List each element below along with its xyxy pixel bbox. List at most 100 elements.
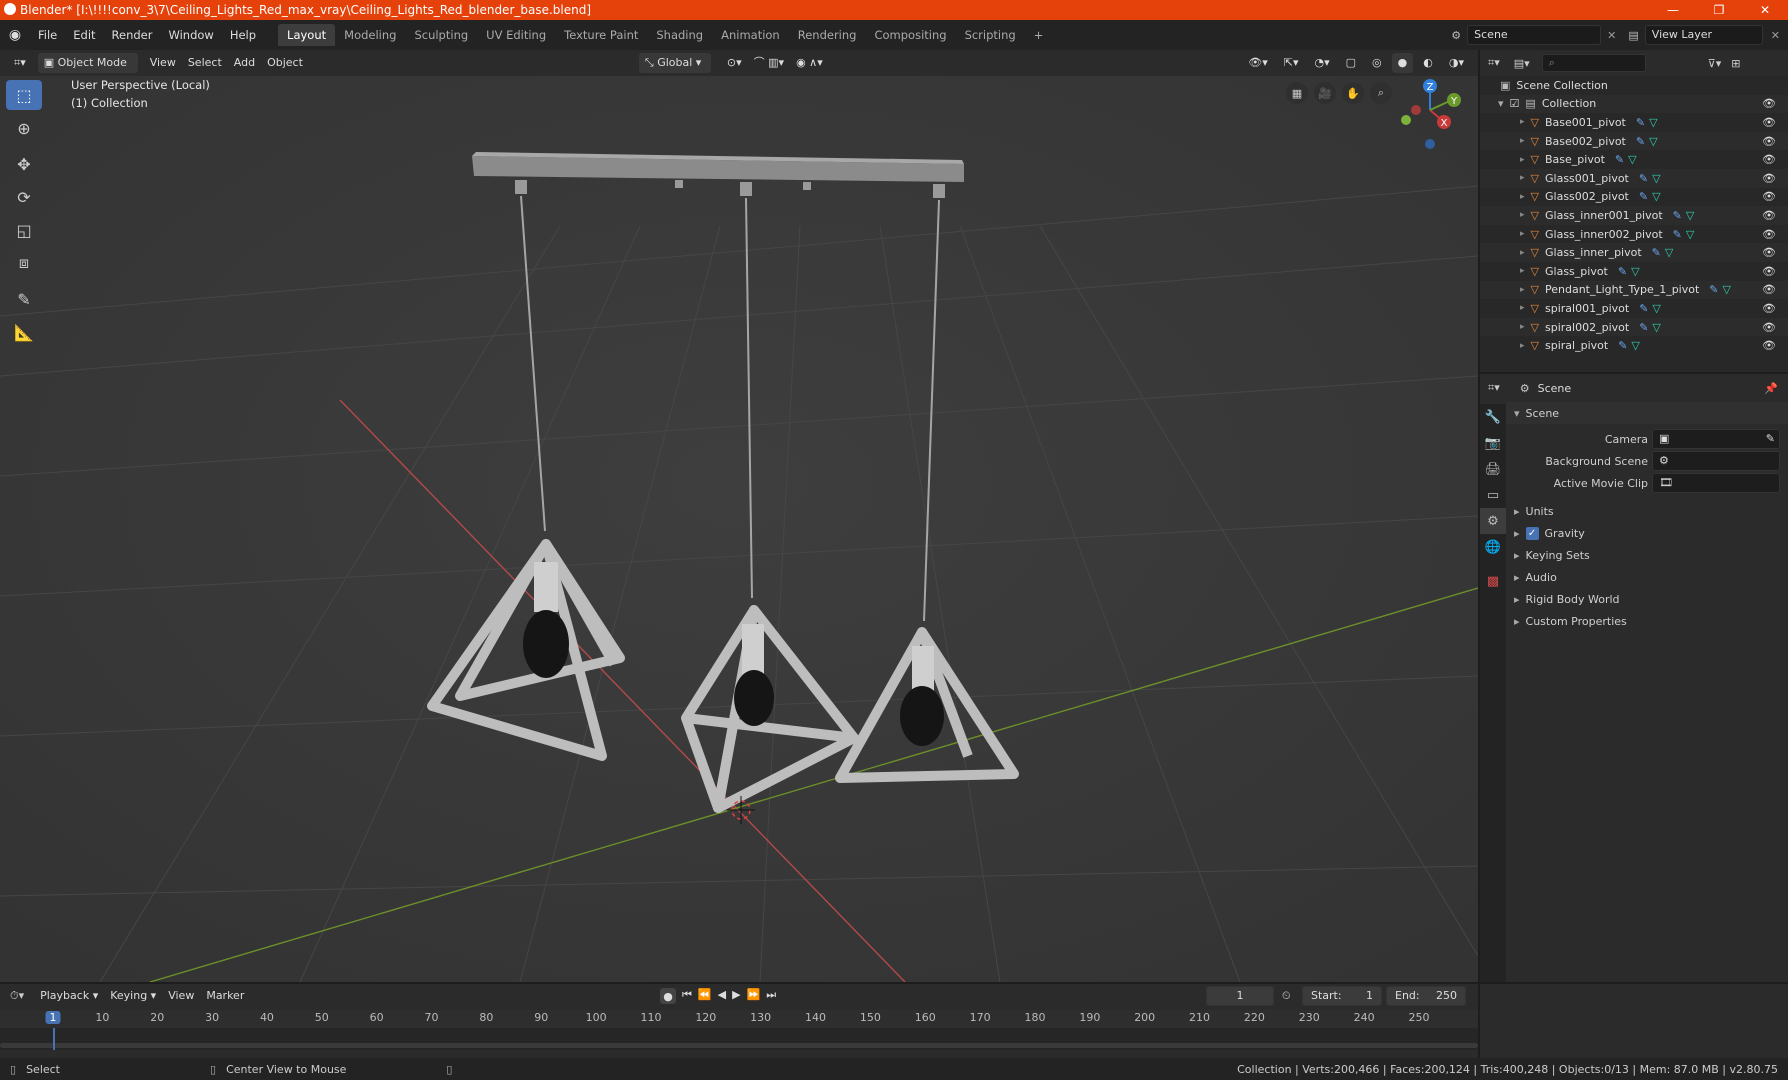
render-tab-icon[interactable]: 📷 bbox=[1480, 430, 1506, 456]
tab-shading[interactable]: Shading bbox=[647, 24, 712, 46]
tab-layout[interactable]: Layout bbox=[278, 24, 336, 46]
axis-gizmo[interactable]: Z X Y bbox=[1386, 76, 1476, 156]
menu-object[interactable]: Object bbox=[261, 53, 309, 73]
mesh-data-icon[interactable]: ▽ bbox=[1652, 321, 1660, 334]
jump-start-icon[interactable]: ⏮ bbox=[682, 988, 692, 1004]
collapse-icon[interactable]: ▾ bbox=[1498, 97, 1504, 110]
gizmo-toggle-icon[interactable]: ⇱▾ bbox=[1278, 53, 1305, 73]
playback-menu[interactable]: Playback ▾ bbox=[34, 986, 104, 1006]
movie-clip-field[interactable]: 🎞 bbox=[1652, 473, 1780, 493]
modifier-wrench-icon[interactable]: ✎ bbox=[1652, 246, 1661, 259]
mesh-data-icon[interactable]: ▽ bbox=[1628, 153, 1636, 166]
rotate-tool[interactable]: ⟳ bbox=[6, 182, 42, 212]
modifier-wrench-icon[interactable]: ✎ bbox=[1636, 116, 1645, 129]
play-reverse-icon[interactable]: ◀ bbox=[718, 988, 726, 1004]
record-icon[interactable]: ● bbox=[660, 988, 676, 1004]
tab-animation[interactable]: Animation bbox=[712, 24, 789, 46]
outliner-item[interactable]: ▸ ▽ Base002_pivot ✎ ▽ 👁 bbox=[1480, 131, 1788, 151]
eye-icon[interactable]: 👁 bbox=[1762, 321, 1776, 334]
tab-scripting[interactable]: Scripting bbox=[956, 24, 1025, 46]
modifier-wrench-icon[interactable]: ✎ bbox=[1639, 172, 1648, 185]
mesh-data-icon[interactable]: ▽ bbox=[1649, 135, 1657, 148]
menu-edit[interactable]: Edit bbox=[65, 28, 103, 42]
modifier-wrench-icon[interactable]: ✎ bbox=[1618, 339, 1627, 352]
blender-menu-icon[interactable]: ◉ bbox=[0, 27, 30, 43]
menu-render[interactable]: Render bbox=[104, 28, 161, 42]
gravity-panel[interactable]: ▸ ✓ Gravity bbox=[1506, 522, 1788, 544]
jump-end-icon[interactable]: ⏭ bbox=[766, 988, 776, 1004]
timeline-scrollbar[interactable] bbox=[0, 1043, 1478, 1048]
mesh-data-icon[interactable]: ▽ bbox=[1686, 228, 1694, 241]
transform-tool[interactable]: ⧈ bbox=[6, 248, 42, 278]
properties-editor-icon[interactable]: ⌗▾ bbox=[1488, 381, 1500, 395]
modifier-wrench-icon[interactable]: ✎ bbox=[1639, 302, 1648, 315]
tab-uv-editing[interactable]: UV Editing bbox=[477, 24, 555, 46]
tab-texture-paint[interactable]: Texture Paint bbox=[555, 24, 647, 46]
scene-selector[interactable]: Scene bbox=[1467, 25, 1602, 45]
select-box-tool[interactable]: ⬚ bbox=[6, 80, 42, 110]
add-workspace-icon[interactable]: + bbox=[1025, 24, 1053, 46]
rigid-body-world-panel[interactable]: ▸ Rigid Body World bbox=[1506, 588, 1788, 610]
tab-sculpting[interactable]: Sculpting bbox=[405, 24, 477, 46]
outliner-editor-icon[interactable]: ⌗▾ bbox=[1488, 56, 1500, 70]
outliner-item[interactable]: ▸ ▽ spiral002_pivot ✎ ▽ 👁 bbox=[1480, 317, 1788, 337]
filter-icon[interactable]: ⊽▾ bbox=[1708, 57, 1722, 70]
gravity-checkbox[interactable]: ✓ bbox=[1525, 526, 1539, 540]
proportional-edit-icon[interactable]: ◉ ∧▾ bbox=[790, 53, 829, 73]
prev-keyframe-icon[interactable]: ⏪ bbox=[698, 988, 712, 1004]
mesh-data-icon[interactable]: ▽ bbox=[1652, 190, 1660, 203]
expand-icon[interactable]: ▸ bbox=[1520, 285, 1525, 295]
menu-help[interactable]: Help bbox=[222, 28, 264, 42]
texture-tab-icon[interactable]: ▩ bbox=[1480, 568, 1506, 594]
timeline-editor-icon[interactable]: ⏱▾ bbox=[10, 989, 24, 1003]
output-tab-icon[interactable]: 🖨 bbox=[1480, 456, 1506, 482]
expand-icon[interactable]: ▸ bbox=[1520, 248, 1525, 258]
outliner-item[interactable]: ▸ ▽ spiral_pivot ✎ ▽ 👁 bbox=[1480, 336, 1788, 355]
outliner-item[interactable]: ▸ ▽ Glass002_pivot ✎ ▽ 👁 bbox=[1480, 188, 1788, 207]
new-collection-icon[interactable]: ⊞ bbox=[1731, 57, 1740, 70]
eye-icon[interactable]: 👁 bbox=[1762, 172, 1776, 185]
orientation-selector[interactable]: ⤡ Global ▾ bbox=[638, 53, 711, 73]
outliner-item[interactable]: ▸ ▽ Glass_inner002_pivot ✎ ▽ 👁 bbox=[1480, 225, 1788, 244]
outliner-collection[interactable]: ▾ ☑ ▤ Collection 👁 bbox=[1480, 94, 1788, 114]
solid-shading-icon[interactable]: ● bbox=[1391, 53, 1414, 73]
wireframe-shading-icon[interactable]: ◎ bbox=[1366, 53, 1388, 73]
scale-tool[interactable]: ◱ bbox=[6, 215, 42, 245]
expand-icon[interactable]: ▸ bbox=[1520, 173, 1525, 183]
pan-hand-icon[interactable]: ✋ bbox=[1342, 82, 1364, 104]
mesh-data-icon[interactable]: ▽ bbox=[1652, 172, 1660, 185]
expand-icon[interactable]: ▸ bbox=[1520, 322, 1525, 332]
start-frame-field[interactable]: Start: 1 bbox=[1302, 986, 1382, 1006]
maximize-button[interactable]: ❐ bbox=[1696, 0, 1742, 20]
modifier-wrench-icon[interactable]: ✎ bbox=[1639, 190, 1648, 203]
menu-file[interactable]: File bbox=[30, 28, 65, 42]
outliner-item[interactable]: ▸ ▽ Glass001_pivot ✎ ▽ 👁 bbox=[1480, 168, 1788, 188]
eye-icon[interactable]: 👁 bbox=[1762, 190, 1776, 203]
scene-section-header[interactable]: ▾ Scene bbox=[1506, 402, 1788, 424]
eye-icon[interactable]: 👁 bbox=[1762, 135, 1776, 148]
audio-panel[interactable]: ▸ Audio bbox=[1506, 566, 1788, 588]
minimize-button[interactable]: — bbox=[1650, 0, 1696, 20]
next-keyframe-icon[interactable]: ⏩ bbox=[747, 988, 761, 1004]
view-layer-close-icon[interactable]: ✕ bbox=[1771, 29, 1780, 42]
modifier-wrench-icon[interactable]: ✎ bbox=[1615, 153, 1624, 166]
modifier-wrench-icon[interactable]: ✎ bbox=[1618, 265, 1627, 278]
expand-icon[interactable]: ▸ bbox=[1520, 117, 1525, 127]
units-panel[interactable]: ▸ Units bbox=[1506, 500, 1788, 522]
outliner-search-input[interactable]: ⌕ bbox=[1541, 54, 1646, 72]
display-mode-icon[interactable]: ▤▾ bbox=[1514, 57, 1530, 70]
xray-icon[interactable]: ▢ bbox=[1340, 53, 1362, 73]
eye-icon[interactable]: 👁 bbox=[1762, 209, 1776, 222]
expand-icon[interactable]: ▸ bbox=[1520, 155, 1525, 165]
end-frame-field[interactable]: End: 250 bbox=[1386, 986, 1466, 1006]
current-frame-field[interactable]: 1 bbox=[1206, 986, 1274, 1006]
view-layer-selector[interactable]: View Layer bbox=[1644, 25, 1763, 45]
background-scene-field[interactable]: ⚙ bbox=[1652, 451, 1780, 471]
outliner-item[interactable]: ▸ ▽ Glass_inner_pivot ✎ ▽ 👁 bbox=[1480, 243, 1788, 262]
outliner-item[interactable]: ▸ ▽ Glass_pivot ✎ ▽ 👁 bbox=[1480, 262, 1788, 281]
expand-icon[interactable]: ▸ bbox=[1520, 210, 1525, 220]
editor-type-icon[interactable]: ⌗▾ bbox=[8, 53, 32, 73]
annotate-tool[interactable]: ✎ bbox=[6, 284, 42, 314]
mesh-data-icon[interactable]: ▽ bbox=[1652, 302, 1660, 315]
3d-viewport[interactable]: ▦ 🎥 ✋ ⌕ Z X Y bbox=[0, 76, 1478, 982]
